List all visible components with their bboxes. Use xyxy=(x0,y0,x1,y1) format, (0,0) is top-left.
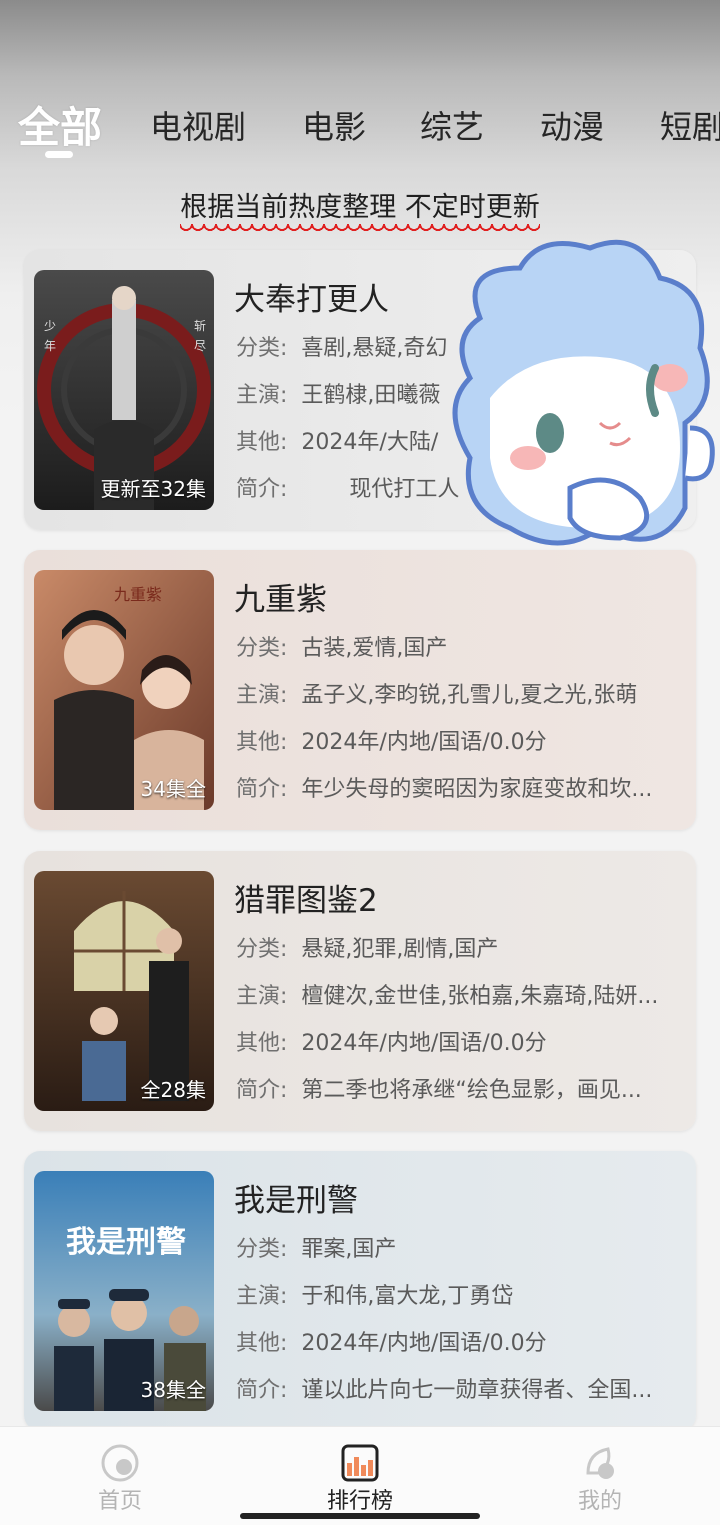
episode-badge: 全28集 xyxy=(140,1078,206,1102)
nav-ranking[interactable]: 排行榜 xyxy=(280,1427,440,1525)
item-category-row: 分类: 罪案,国产 xyxy=(236,1237,397,1262)
item-cast-row: 主演: 孟子义,李昀锐,孔雪儿,夏之光,张萌 xyxy=(236,683,638,708)
svg-text:尽: 尽 xyxy=(194,339,206,353)
poster-title-logo: 我是刑警 xyxy=(66,1225,186,1260)
tab-movie[interactable]: 电影 xyxy=(302,102,366,148)
tab-anime[interactable]: 动漫 xyxy=(540,102,604,148)
item-cast-row: 主演: 于和伟,富大龙,丁勇岱 xyxy=(236,1284,514,1309)
poster-image: 我是刑警 38集全 xyxy=(34,1171,214,1411)
nav-home[interactable]: 首页 xyxy=(40,1427,200,1525)
poster-image: 九重紫 34集全 xyxy=(34,570,214,810)
item-category-row: 分类: 古装,爱情,国产 xyxy=(236,636,448,661)
episode-badge: 34集全 xyxy=(140,777,206,801)
item-title: 九重紫 xyxy=(234,582,327,618)
ranking-notice: 根据当前热度整理 不定时更新 xyxy=(0,185,720,232)
tab-short-drama[interactable]: 短剧 xyxy=(660,102,720,148)
item-other-row: 其他: 2024年/内地/国语/0.0分 xyxy=(236,1331,547,1356)
list-item[interactable]: 全28集 猎罪图鉴2 分类: 悬疑,犯罪,剧情,国产 主演: 檀健次,金世佳,张柏嘉… xyxy=(24,851,696,1131)
nav-mine-label: 我的 xyxy=(577,1489,622,1514)
category-tabs: 全部 电视剧 电影 综艺 动漫 短剧 xyxy=(0,92,720,162)
item-intro-row: 简介: 年少失母的窦昭因为家庭变故和坎... xyxy=(236,777,653,802)
nav-home-label: 首页 xyxy=(97,1489,142,1514)
ranking-chart-icon xyxy=(341,1444,379,1482)
item-other-row: 其他: 2024年/内地/国语/0.0分 xyxy=(236,730,547,755)
active-tab-indicator xyxy=(45,151,73,158)
item-title: 猎罪图鉴2 xyxy=(234,883,378,919)
poster-image: 少 年 斩 尽 更新至32集 xyxy=(34,270,214,510)
svg-text:斩: 斩 xyxy=(194,319,206,333)
system-home-indicator[interactable] xyxy=(240,1513,480,1519)
tab-all[interactable]: 全部 xyxy=(18,94,102,155)
cartoon-sticker-icon xyxy=(452,239,715,546)
item-intro-row: 简介: 谨以此片向七一勋章获得者、全国... xyxy=(236,1378,653,1403)
nav-ranking-label: 排行榜 xyxy=(326,1489,393,1514)
svg-text:九重紫: 九重紫 xyxy=(114,585,162,604)
tab-tv-series[interactable]: 电视剧 xyxy=(150,102,246,148)
list-item[interactable]: 九重紫 34集全 九重紫 分类: 古装,爱情,国产 主演: 孟子义,李昀锐,孔雪儿,… xyxy=(24,550,696,830)
bottom-navigation: 首页 排行榜 我的 xyxy=(0,1426,720,1525)
item-intro-row: 简介: 第二季也将承继“绘色显影，画见... xyxy=(236,1078,642,1103)
svg-text:少: 少 xyxy=(44,319,56,333)
home-icon xyxy=(101,1444,139,1482)
item-category-row: 分类: 悬疑,犯罪,剧情,国产 xyxy=(236,937,499,962)
item-title: 大奉打更人 xyxy=(234,282,389,318)
list-item[interactable]: 我是刑警 38集全 我是刑警 分类: 罪案,国产 主演: 于和伟,富大龙,丁勇岱 其… xyxy=(24,1151,696,1431)
poster-image: 全28集 xyxy=(34,871,214,1111)
profile-icon xyxy=(586,1447,614,1479)
svg-text:年: 年 xyxy=(44,339,56,353)
item-other-row: 其他: 2024年/内地/国语/0.0分 xyxy=(236,1031,547,1056)
item-title: 我是刑警 xyxy=(234,1183,358,1219)
nav-mine[interactable]: 我的 xyxy=(520,1427,680,1525)
episode-badge: 38集全 xyxy=(140,1378,206,1402)
notice-text: 根据当前热度整理 不定时更新 xyxy=(180,185,540,232)
tab-variety[interactable]: 综艺 xyxy=(420,102,484,148)
item-cast-row: 主演: 檀健次,金世佳,张柏嘉,朱嘉琦,陆妍... xyxy=(236,984,659,1009)
episode-badge: 更新至32集 xyxy=(100,477,206,501)
